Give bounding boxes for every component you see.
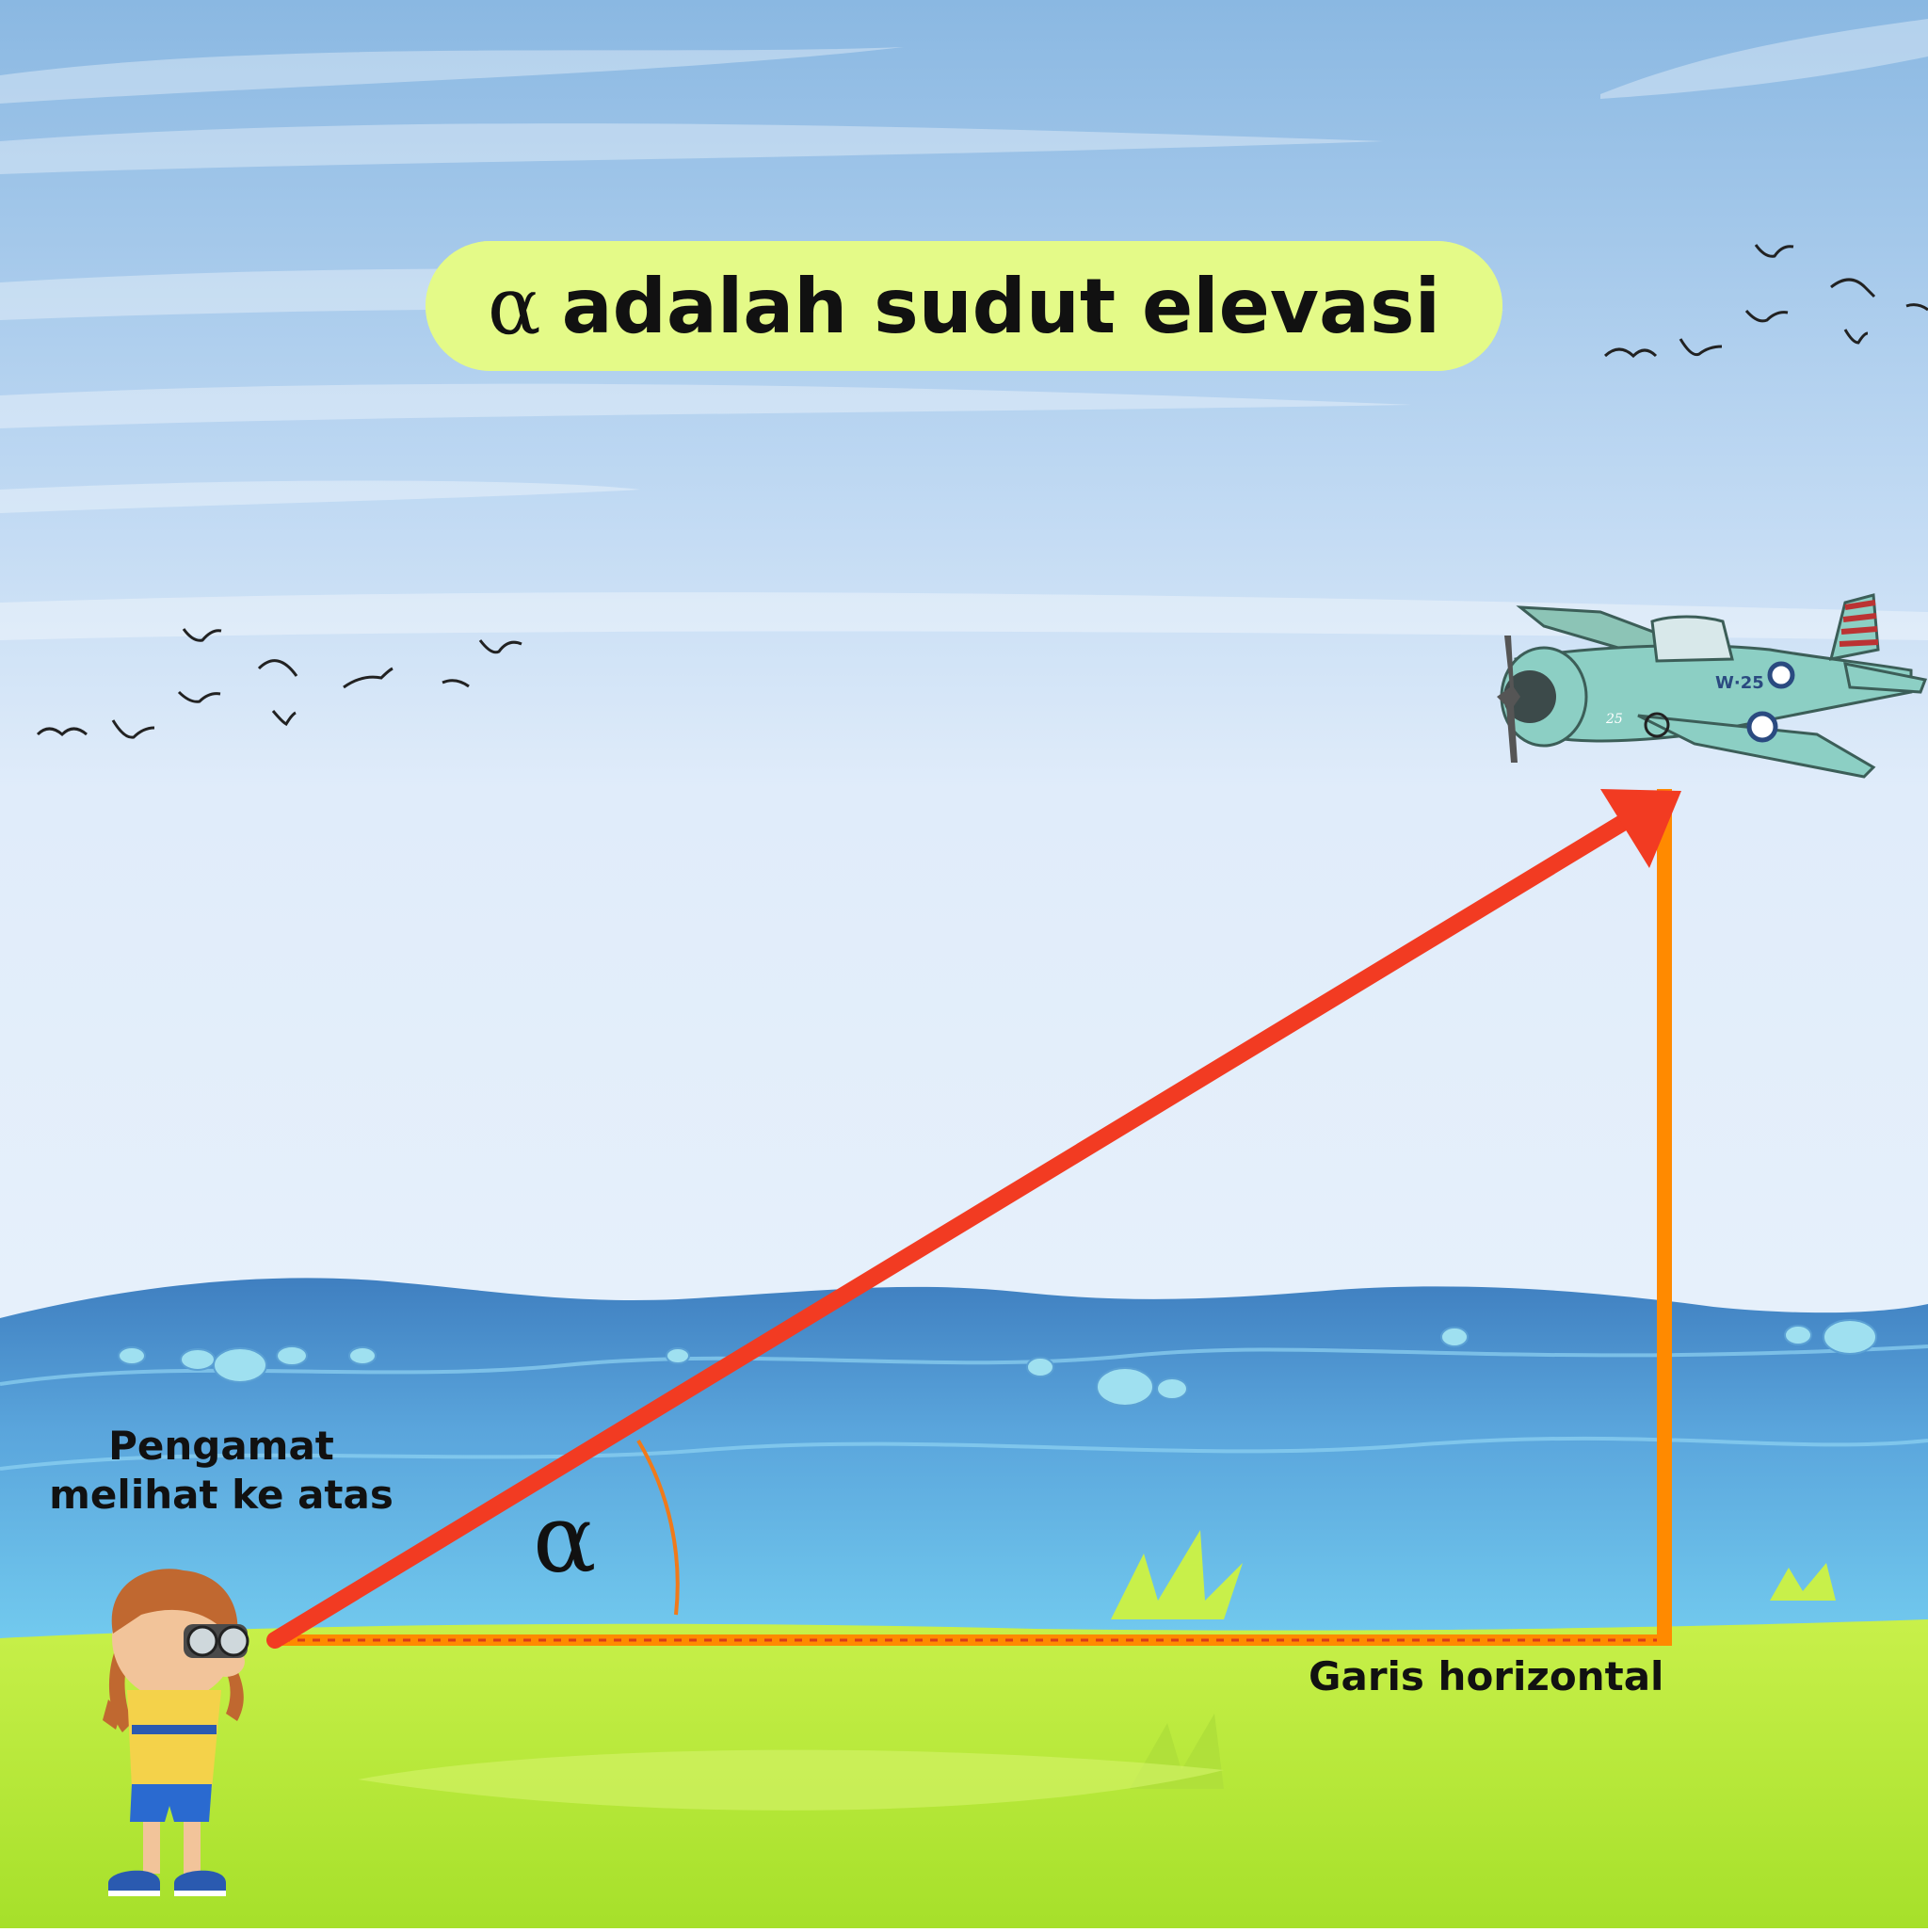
horizontal-line-label: Garis horizontal — [1309, 1653, 1664, 1699]
title-text: adalah sudut elevasi — [561, 262, 1441, 350]
observer-label: Pengamat melihat ke atas — [38, 1422, 405, 1520]
alpha-symbol: α — [487, 260, 541, 352]
airplane-marking: W·25 — [1715, 673, 1764, 693]
airplane-number: 25 — [1605, 712, 1623, 727]
title-banner: α adalah sudut elevasi — [426, 241, 1502, 371]
elevation-diagram: W·25 25 α adalah sudut elevasi Pengamat — [0, 0, 1928, 1928]
observer-label-line1: Pengamat — [108, 1423, 334, 1469]
observer-label-line2: melihat ke atas — [49, 1472, 394, 1518]
angle-label: α — [533, 1484, 597, 1594]
